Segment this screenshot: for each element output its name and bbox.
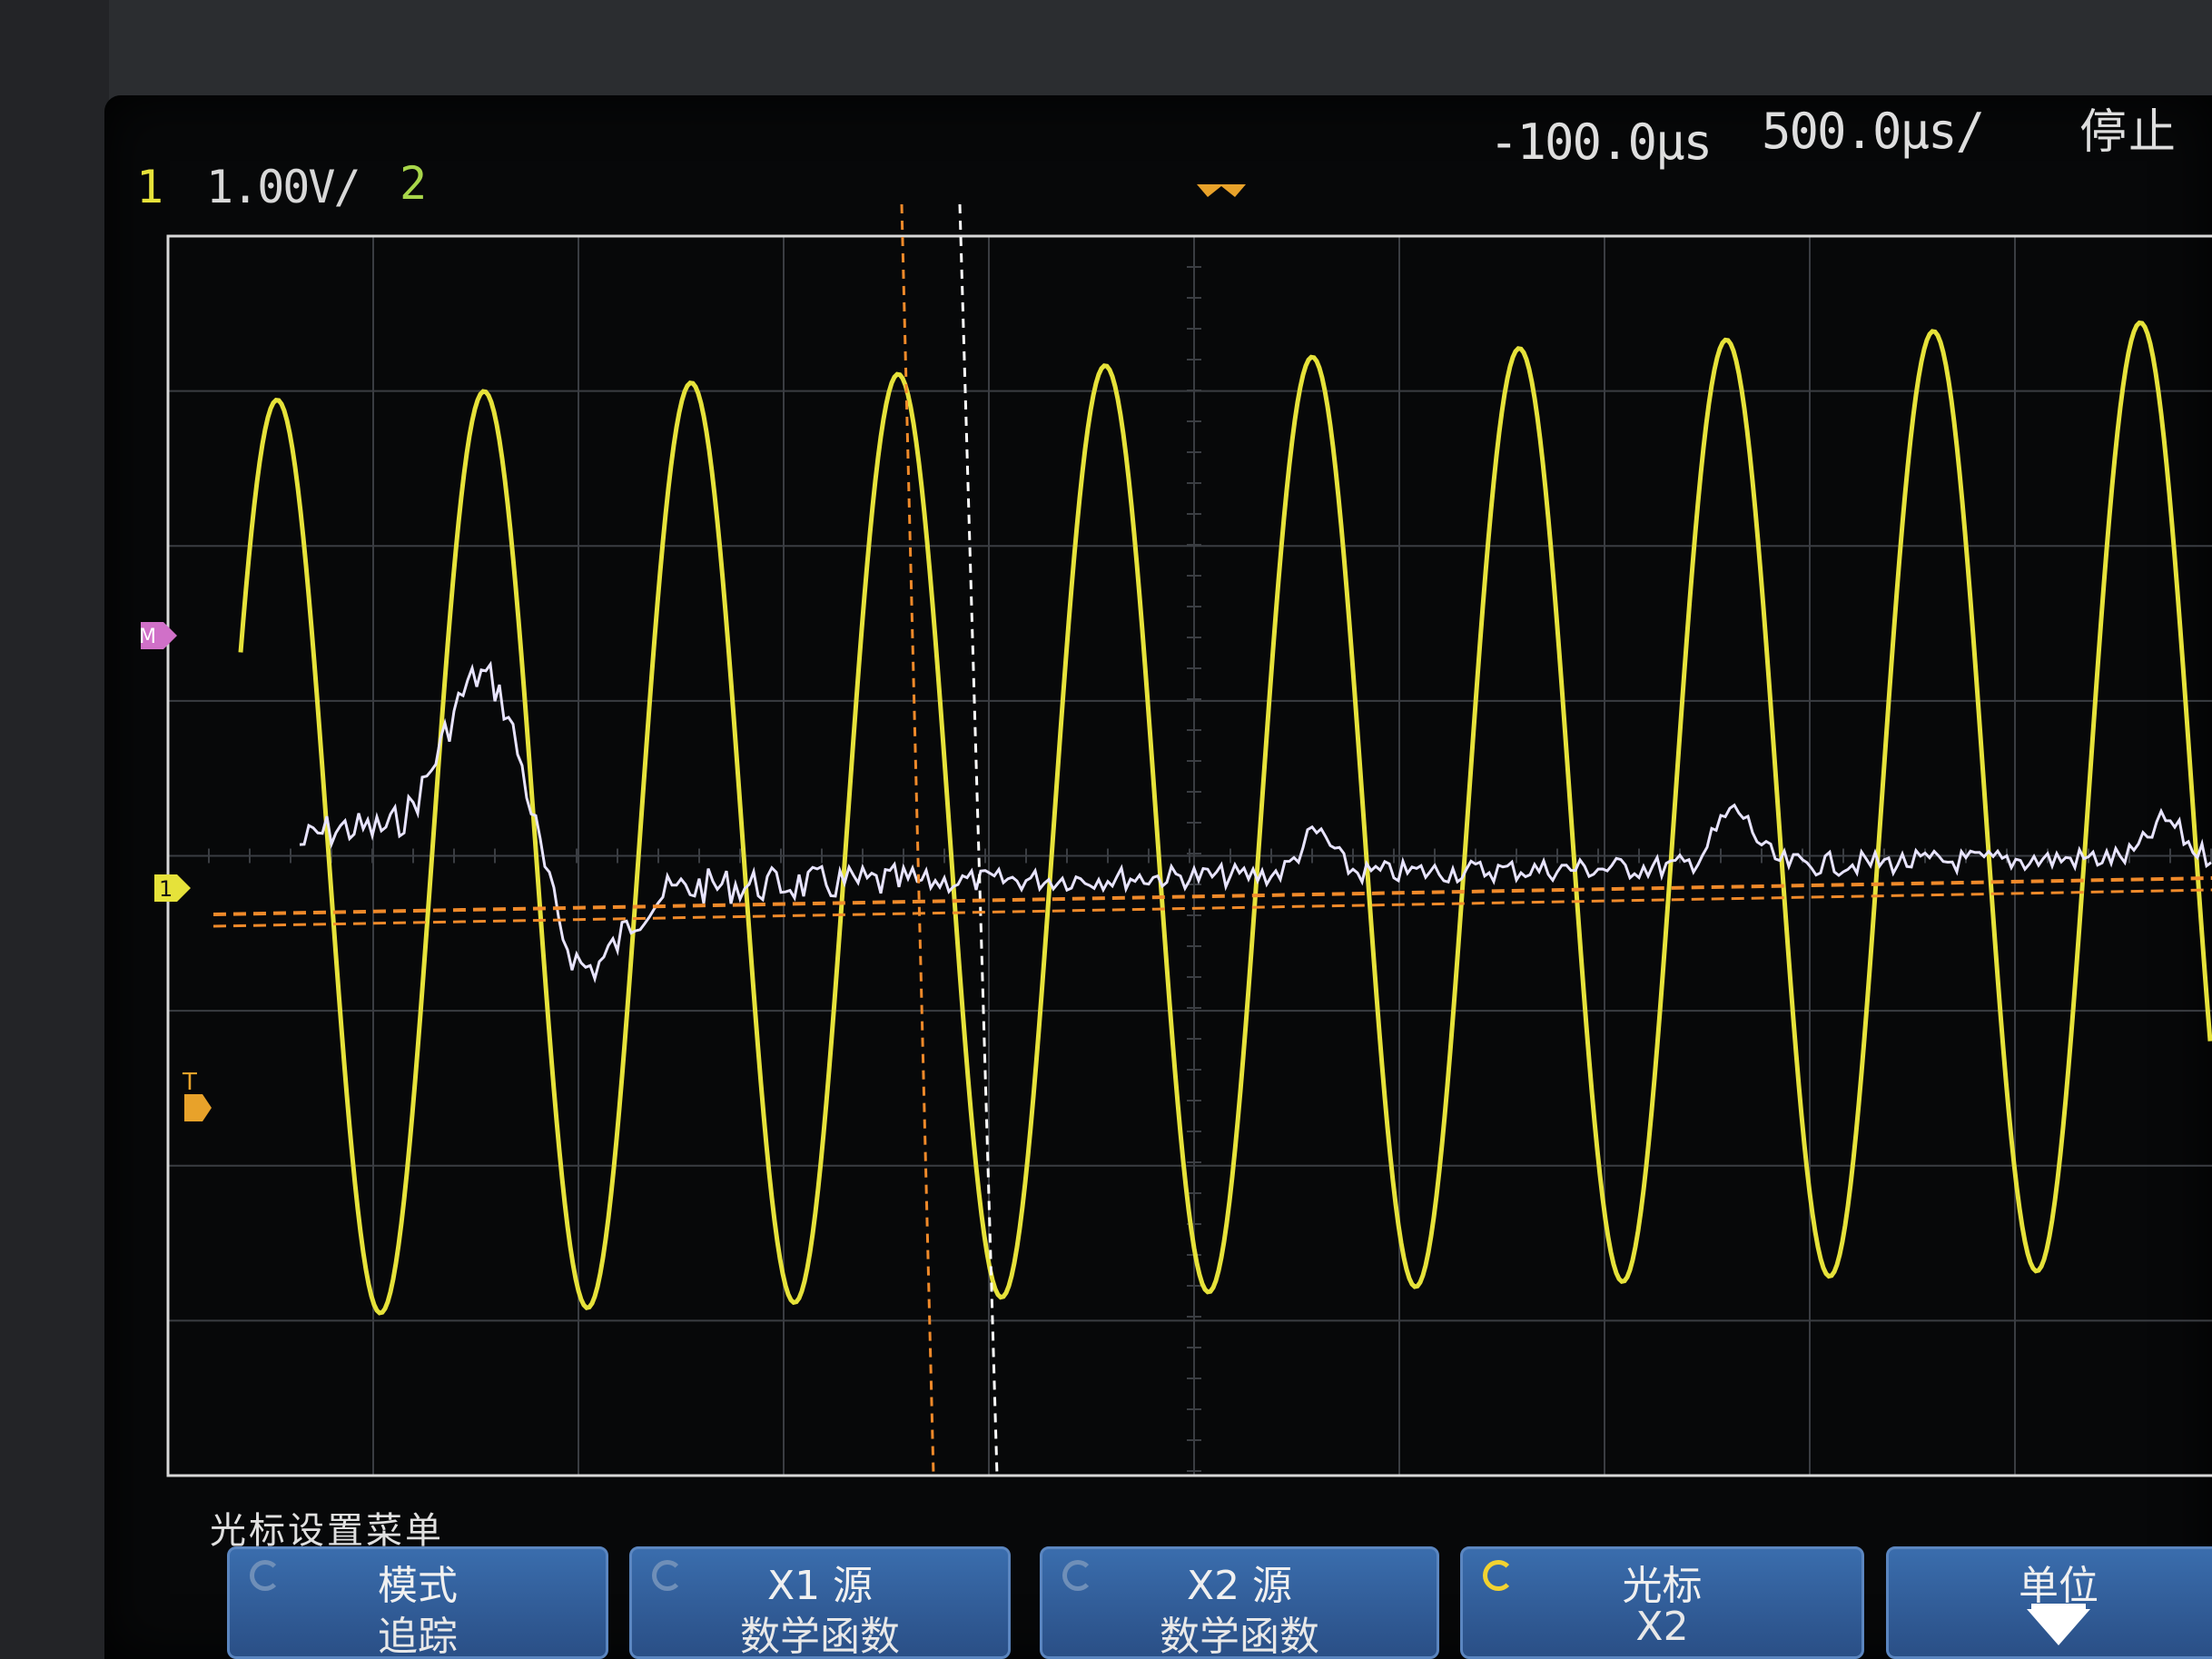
units-softkey[interactable]: 单位 — [1886, 1546, 2212, 1659]
trigger-level-marker[interactable]: T — [182, 1069, 212, 1121]
softkey-label: 模式 — [378, 1563, 458, 1609]
math-fft-trace — [299, 660, 2212, 983]
x2-source-softkey[interactable]: X2 源 数学函数 — [1040, 1546, 1439, 1659]
softkey-label: X1 源 — [766, 1563, 874, 1609]
mode-softkey[interactable]: 模式 追踪 — [227, 1546, 608, 1659]
softkey-value: 数学函数 — [740, 1614, 900, 1659]
ch1-marker-label: 1 — [159, 876, 173, 902]
x1-source-softkey[interactable]: X1 源 数学函数 — [629, 1546, 1011, 1659]
graticule — [167, 235, 2212, 1476]
cursor-x2-line[interactable] — [958, 203, 999, 1476]
softkey-label: 光标 — [1622, 1563, 1703, 1609]
trigger-marker-label: T — [182, 1069, 197, 1096]
waveform-display[interactable]: M 1 T — [104, 95, 2212, 1659]
math-marker-label: M — [139, 626, 156, 648]
softkey-value: X2 — [1635, 1604, 1689, 1650]
ch1-ground-marker[interactable]: 1 — [154, 874, 191, 902]
down-arrow-icon — [2027, 1609, 2090, 1645]
scope-bezel-left — [0, 0, 109, 1659]
math-ground-marker[interactable]: M — [139, 622, 177, 649]
cursor-select-softkey[interactable]: 光标 X2 — [1460, 1546, 1864, 1659]
scope-bezel-top — [0, 0, 2212, 109]
oscilloscope-screen: 1 1.00V/ 2 -100.0µs 500.0µs/ 停止 M 1 T 光标… — [104, 95, 2212, 1659]
softkey-label: 单位 — [2019, 1563, 2098, 1609]
softkey-value: 数学函数 — [1160, 1614, 1319, 1659]
trigger-position-marker[interactable] — [1197, 184, 1246, 197]
softkey-label: X2 源 — [1186, 1563, 1293, 1609]
softkey-value: 追踪 — [378, 1614, 458, 1659]
